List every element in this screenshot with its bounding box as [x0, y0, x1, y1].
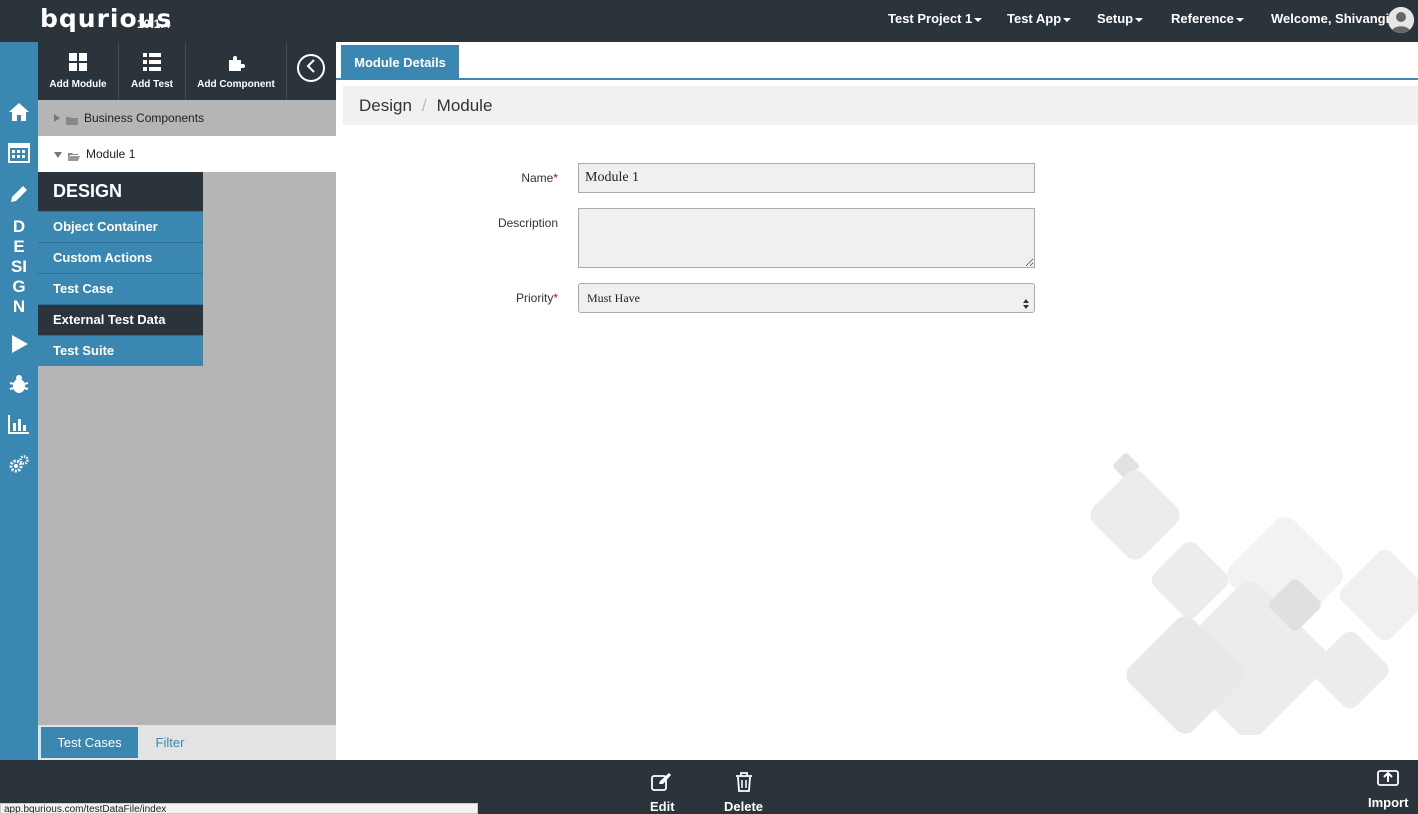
caret-right-icon[interactable]	[54, 111, 60, 125]
edit-icon	[651, 772, 673, 795]
user-avatar-icon[interactable]	[1388, 7, 1414, 33]
required-mark: *	[553, 291, 558, 305]
nav-project-label: Test Project 1	[888, 11, 973, 26]
tab-module-details[interactable]: Module Details	[341, 45, 459, 80]
name-label: Name*	[438, 171, 558, 185]
add-test-button[interactable]: Add Test	[119, 42, 186, 100]
pencil-icon[interactable]	[7, 182, 31, 206]
import-button[interactable]: Import	[1368, 768, 1408, 810]
caret-down-icon[interactable]	[54, 147, 62, 161]
panel-tabs: Test Cases Filter	[38, 725, 336, 760]
calendar-icon[interactable]	[7, 140, 31, 164]
collapse-panel-button[interactable]	[297, 54, 325, 82]
delete-label: Delete	[724, 799, 764, 814]
import-icon	[1377, 768, 1400, 791]
add-test-label: Add Test	[130, 79, 174, 90]
menu-item-object-container[interactable]: Object Container	[38, 211, 203, 242]
panel-toolbar: Add Module Add Test Add Component	[38, 42, 336, 100]
tree-item-label: Business Components	[84, 111, 205, 125]
menu-item-test-case[interactable]: Test Case	[38, 273, 203, 304]
decorative-diamonds	[1080, 440, 1418, 735]
add-component-label: Add Component	[197, 79, 275, 90]
nav-app-label: Test App	[1007, 11, 1062, 26]
caret-down-icon	[1135, 17, 1144, 22]
folder-icon	[66, 114, 78, 125]
priority-label: Priority*	[438, 291, 558, 305]
tree-panel: Add Module Add Test Add Component Busine…	[38, 42, 336, 760]
menu-item-custom-actions[interactable]: Custom Actions	[38, 242, 203, 273]
tree-item-module-1[interactable]: Module 1	[38, 136, 336, 172]
updown-arrows-icon	[1023, 292, 1029, 320]
name-field[interactable]	[578, 163, 1035, 193]
add-module-label: Add Module	[49, 79, 107, 90]
rail-letter: SI	[10, 257, 28, 276]
rail-design-label: D E SI G N	[0, 217, 38, 317]
tree-item-label: Module 1	[86, 147, 136, 161]
nav-setup-label: Setup	[1097, 11, 1134, 26]
edit-label: Edit	[650, 799, 675, 814]
grid-icon	[68, 52, 88, 75]
priority-select[interactable]: Must Have	[578, 283, 1035, 313]
puzzle-icon	[226, 52, 246, 75]
bug-icon[interactable]	[7, 372, 31, 396]
nav-setup-dropdown[interactable]: Setup	[1097, 11, 1144, 26]
rail-letter: D	[12, 217, 26, 236]
tab-test-cases[interactable]: Test Cases	[41, 727, 138, 758]
app-version: 10.1.4	[137, 17, 171, 31]
nav-reference-label: Reference	[1171, 11, 1234, 26]
add-component-button[interactable]: Add Component	[186, 42, 287, 100]
edit-button[interactable]: Edit	[650, 772, 675, 814]
priority-selected-value: Must Have	[587, 291, 640, 305]
rail-letter: N	[12, 297, 26, 316]
user-welcome[interactable]: Welcome, Shivangi	[1271, 11, 1389, 26]
home-icon[interactable]	[7, 100, 31, 124]
delete-button[interactable]: Delete	[724, 772, 763, 814]
menu-item-external-test-data[interactable]: External Test Data	[38, 304, 203, 335]
menu-item-test-suite[interactable]: Test Suite	[38, 335, 203, 366]
breadcrumb-separator: /	[421, 95, 427, 115]
breadcrumb: Design / Module	[343, 86, 1418, 125]
nav-app-dropdown[interactable]: Test App	[1007, 11, 1072, 26]
nav-project-dropdown[interactable]: Test Project 1	[888, 11, 983, 26]
top-bar: bqurious 10.1.4 Test Project 1 Test App …	[0, 0, 1418, 42]
bar-chart-icon[interactable]	[7, 412, 31, 436]
trash-icon	[735, 772, 753, 795]
tree-item-business-components[interactable]: Business Components	[38, 100, 336, 136]
main-tab-strip: Module Details	[336, 42, 1418, 80]
list-icon	[142, 52, 162, 75]
caret-down-icon	[1063, 17, 1072, 22]
design-menu-title: DESIGN	[38, 172, 203, 211]
play-icon[interactable]	[7, 332, 31, 356]
chevron-left-icon	[305, 58, 317, 78]
add-module-button[interactable]: Add Module	[38, 42, 119, 100]
caret-down-icon	[974, 17, 983, 22]
design-menu: DESIGN Object Container Custom Actions T…	[38, 172, 203, 366]
browser-status-url: app.bqurious.com/testDataFile/index	[0, 803, 478, 814]
tab-filter[interactable]: Filter	[142, 727, 198, 758]
caret-down-icon	[1235, 17, 1244, 22]
description-field[interactable]	[578, 208, 1035, 268]
rail-letter: E	[13, 237, 25, 256]
priority-label-text: Priority	[515, 291, 554, 305]
gears-icon[interactable]	[7, 452, 31, 476]
rail-letter: G	[12, 277, 26, 296]
folder-open-icon	[68, 150, 80, 161]
required-mark: *	[553, 171, 558, 185]
left-icon-rail: D E SI G N	[0, 42, 38, 760]
breadcrumb-design[interactable]: Design	[359, 96, 412, 116]
name-label-text: Name	[521, 171, 554, 185]
import-label: Import	[1368, 795, 1409, 810]
description-label: Description	[497, 216, 558, 230]
nav-reference-dropdown[interactable]: Reference	[1171, 11, 1244, 26]
breadcrumb-module: Module	[436, 95, 493, 115]
